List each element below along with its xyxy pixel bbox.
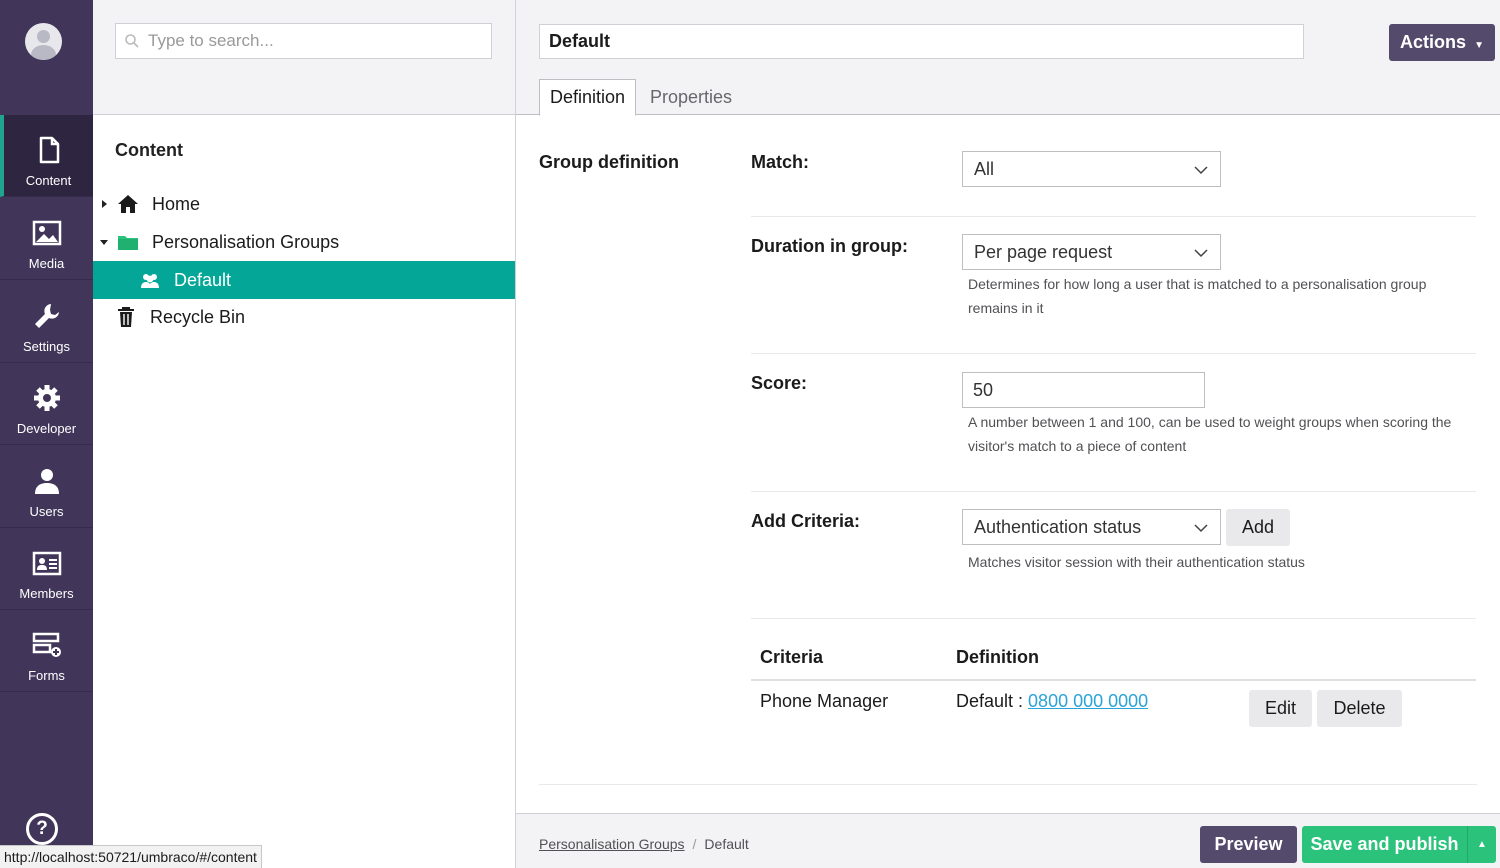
id-card-icon	[32, 551, 61, 576]
phone-number-link[interactable]: 0800 000 0000	[1028, 691, 1148, 711]
tree-item-label: Default	[174, 269, 232, 290]
search-box	[115, 23, 492, 59]
divider	[751, 353, 1476, 354]
nav-label: Media	[28, 256, 65, 271]
nav-label: Forms	[28, 668, 65, 683]
caret-right-icon[interactable]	[99, 199, 109, 209]
chevron-down-icon	[1194, 166, 1208, 175]
app-sidebar: Content Media Settings Developer Users M…	[0, 0, 93, 868]
criteria-select[interactable]: Authentication status	[962, 509, 1221, 545]
breadcrumb: Personalisation Groups / Default	[539, 836, 749, 852]
editor-footer: Personalisation Groups / Default Preview S…	[516, 813, 1500, 868]
table-header-criteria: Criteria	[760, 647, 824, 667]
divider	[751, 618, 1476, 619]
editor-header: Actions ▼ Definition Properties	[516, 0, 1500, 116]
caret-up-icon: ▲	[1477, 839, 1487, 850]
tree-item-label: Home	[152, 193, 201, 214]
add-criteria-button[interactable]: Add	[1226, 509, 1290, 546]
edit-criteria-button[interactable]: Edit	[1249, 690, 1312, 727]
nav-item-developer[interactable]: Developer	[0, 363, 93, 445]
score-input[interactable]	[962, 372, 1205, 408]
nav-label: Settings	[23, 339, 70, 354]
user-icon	[34, 469, 59, 494]
table-header-divider	[751, 679, 1476, 681]
document-icon	[39, 136, 59, 164]
definition-prefix: Default :	[956, 691, 1029, 711]
browser-status-bar: http://localhost:50721/umbraco/#/content	[0, 845, 262, 868]
node-name-input[interactable]	[539, 24, 1304, 59]
nav-label: Developer	[16, 421, 77, 436]
tree-section-title: Content	[115, 140, 183, 160]
actions-button[interactable]: Actions ▼	[1389, 24, 1495, 61]
folder-icon	[116, 231, 140, 253]
image-icon	[32, 220, 61, 246]
delete-criteria-button[interactable]: Delete	[1317, 690, 1402, 727]
search-icon	[125, 34, 139, 48]
add-criteria-label: Add Criteria:	[751, 511, 861, 531]
nav-item-media[interactable]: Media	[0, 198, 93, 280]
tree-item-label: Personalisation Groups	[152, 231, 340, 252]
tree-item-home[interactable]: Home	[93, 185, 515, 223]
tree-header	[93, 0, 515, 115]
editor-panel: Actions ▼ Definition Properties Group de…	[516, 0, 1500, 868]
gear-icon	[33, 385, 60, 411]
divider	[751, 216, 1476, 217]
user-avatar[interactable]	[25, 23, 62, 60]
search-input[interactable]	[148, 31, 478, 51]
tree-item-label: Recycle Bin	[150, 306, 246, 327]
wrench-icon	[34, 304, 59, 328]
score-description: A number between 1 and 100, can be used …	[968, 414, 1452, 454]
score-label: Score:	[751, 373, 808, 393]
divider	[751, 491, 1476, 492]
users-group-icon	[138, 269, 162, 291]
nav-item-users[interactable]: Users	[0, 446, 93, 528]
forms-icon	[32, 632, 61, 657]
trash-icon	[114, 306, 138, 328]
editor-content: Group definition Match: All Duration in …	[516, 116, 1500, 813]
tree-item-default[interactable]: Default	[93, 261, 515, 299]
nav-label: Members	[19, 586, 74, 601]
nav-label: Users	[29, 504, 64, 519]
divider	[539, 784, 1477, 785]
nav-label: Content	[25, 173, 72, 188]
preview-button[interactable]: Preview	[1200, 826, 1297, 863]
help-icon[interactable]: ?	[26, 813, 58, 845]
actions-label: Actions	[1400, 32, 1467, 52]
tab-properties[interactable]: Properties	[640, 79, 742, 116]
criteria-description: Matches visitor session with their authe…	[968, 554, 1305, 570]
chevron-down-icon	[1194, 249, 1208, 258]
caret-down-icon: ▼	[1474, 40, 1484, 51]
content-tree-panel: Content Home Personalisation Groups Defa…	[93, 0, 516, 868]
save-and-publish-button[interactable]: Save and publish	[1302, 826, 1467, 863]
nav-item-forms[interactable]: Forms	[0, 610, 93, 692]
tab-definition[interactable]: Definition	[539, 79, 637, 116]
breadcrumb-item-personalisation-groups[interactable]: Personalisation Groups	[539, 836, 685, 852]
home-icon	[116, 193, 140, 215]
chevron-down-icon	[1194, 524, 1208, 533]
breadcrumb-item-default: Default	[704, 836, 749, 852]
nav-item-settings[interactable]: Settings	[0, 281, 93, 363]
group-definition-title: Group definition	[539, 152, 679, 172]
tree-item-personalisation-groups[interactable]: Personalisation Groups	[93, 223, 515, 261]
table-cell-criteria: Phone Manager	[760, 691, 889, 711]
duration-label: Duration in group:	[751, 236, 908, 256]
criteria-value: Authentication status	[974, 516, 1142, 537]
caret-down-icon[interactable]	[99, 237, 109, 247]
match-value: All	[974, 158, 995, 179]
table-cell-definition: Default : 0800 000 0000	[956, 691, 1148, 712]
match-label: Match:	[751, 152, 809, 172]
nav-item-content[interactable]: Content	[0, 115, 93, 197]
publish-options-button[interactable]: ▲	[1467, 826, 1496, 863]
nav-item-members[interactable]: Members	[0, 528, 93, 610]
tree-item-recycle-bin[interactable]: Recycle Bin	[93, 298, 515, 336]
table-header-definition: Definition	[956, 647, 1039, 667]
duration-description: Determines for how long a user that is m…	[968, 276, 1427, 316]
match-select[interactable]: All	[962, 151, 1221, 187]
breadcrumb-separator: /	[692, 836, 697, 852]
duration-select[interactable]: Per page request	[962, 234, 1221, 270]
duration-value: Per page request	[974, 241, 1113, 262]
